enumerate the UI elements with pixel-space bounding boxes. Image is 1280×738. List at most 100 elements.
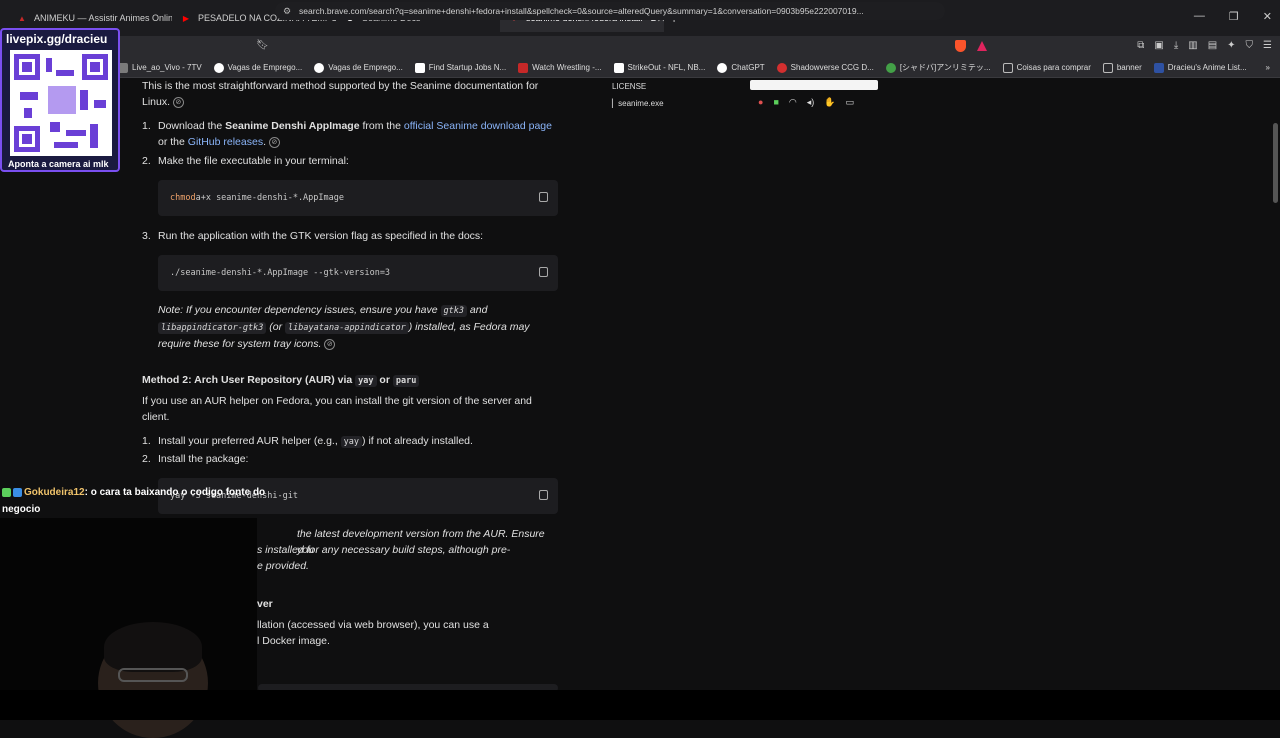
inline-code: paru — [392, 375, 420, 387]
bookmarks-overflow-icon[interactable]: » — [1266, 63, 1270, 72]
scrollbar-thumb[interactable] — [1273, 123, 1278, 203]
partial-note-2: s installed for any necessary build step… — [257, 544, 511, 556]
side-panel-files: LICENSE ▏seanime.exe — [612, 82, 664, 108]
bookmark-label: [シャドバ]アンリミテッ... — [899, 63, 991, 72]
bookmark-item[interactable]: Vagas de Emprego... — [314, 62, 403, 73]
screenshot-icon[interactable]: ▣ — [1154, 40, 1163, 51]
menu-icon[interactable]: ☰ — [1263, 40, 1272, 51]
step-number: 3. — [142, 230, 151, 242]
vpn-icon[interactable]: ⛉ — [1246, 40, 1254, 51]
bookmark-item[interactable]: ChatGPT — [717, 62, 765, 73]
bookmark-favicon-icon — [213, 62, 224, 73]
brave-rewards-icon[interactable] — [977, 41, 987, 51]
note-part: Note: If you encounter dependency issues… — [158, 304, 441, 316]
intro-label: This is the most straightforward method … — [142, 80, 539, 108]
code-text: ./seanime-denshi-*.AppImage --gtk-versio… — [170, 268, 391, 278]
livepix-caption: Aponta a camera ai mlk — [8, 159, 109, 169]
tray-bar — [750, 80, 878, 90]
partial-text-1: llation (accessed via web browser), you … — [257, 619, 489, 631]
bookmark-label: Watch Wrestling -... — [532, 63, 602, 72]
bookmark-label: Dracieu's Anime List... — [1167, 63, 1247, 72]
copy-icon[interactable] — [539, 490, 548, 500]
bookmark-item[interactable]: StrikeOut - NFL, NB... — [613, 62, 706, 73]
wifi-icon[interactable]: ◠ — [789, 97, 797, 108]
qr-code-icon — [10, 50, 112, 156]
heading-part: Method 2: Arch User Repository (AUR) via — [142, 374, 356, 386]
lock-icon[interactable]: ■ — [773, 97, 778, 108]
step-3: 3. Run the application with the GTK versi… — [142, 228, 562, 244]
streamer-glasses — [118, 668, 188, 682]
copy-icon[interactable] — [539, 267, 548, 277]
code-block-run: ./seanime-denshi-*.AppImage --gtk-versio… — [158, 255, 558, 291]
inline-code: gtk3 — [440, 305, 467, 317]
bookmark-item[interactable]: Watch Wrestling -... — [518, 62, 602, 73]
note-text: Note: If you encounter dependency issues… — [158, 302, 562, 352]
close-window-icon[interactable]: ✕ — [1263, 10, 1272, 23]
note-part: and — [467, 304, 488, 316]
bookmark-folder[interactable]: banner — [1102, 62, 1142, 73]
url-bar[interactable]: ⚙ search.brave.com/search?q=seanime+dens… — [275, 2, 945, 20]
bookmark-item[interactable]: Dracieu's Anime List... — [1153, 62, 1247, 73]
step-text: . — [263, 136, 266, 148]
bookmark-folder[interactable]: Coisas para comprar — [1002, 62, 1091, 73]
download-icon[interactable]: ⤓ — [1174, 40, 1178, 51]
app-tray-icon[interactable]: ● — [758, 97, 763, 108]
step-1: 1. Download the Seanime Denshi AppImage f… — [142, 118, 562, 150]
livepix-overlay: livepix.gg/dracieu Aponta a camera ai ml… — [0, 28, 120, 172]
inline-code: yay — [355, 375, 377, 387]
citation-link-icon[interactable]: ⊘ — [324, 338, 336, 350]
folder-icon — [1102, 62, 1113, 73]
bookmark-page-icon[interactable]: 🔖︎ — [256, 40, 269, 51]
bookmark-item[interactable]: Shadowverse CCG D... — [776, 62, 874, 73]
site-info-icon[interactable]: ⚙ — [283, 6, 291, 17]
heading-part: or — [376, 374, 393, 386]
page-scrollbar[interactable] — [1273, 78, 1278, 690]
copy-icon[interactable] — [539, 192, 548, 202]
minimize-icon[interactable]: — — [1194, 10, 1205, 23]
chat-message: Gokudeira12: o cara ta baixando o codigo… — [2, 484, 292, 518]
step-text: or the — [158, 136, 188, 148]
bookmark-favicon-icon — [518, 62, 529, 73]
partial-note-3: e provided. — [257, 560, 309, 572]
code-block-chmod: chmod a+x seanime-denshi-*.AppImage — [158, 180, 558, 216]
inline-code: libayatana-appindicator — [285, 322, 409, 334]
volume-icon[interactable]: ◂) — [807, 97, 815, 108]
citation-link-icon[interactable]: ⊘ — [268, 136, 280, 148]
step-text: Install your preferred AUR helper (e.g., — [158, 435, 341, 447]
bottom-black-bar — [0, 690, 1280, 720]
step-number: 1. — [142, 120, 151, 132]
bookmark-label: Vagas de Emprego... — [227, 63, 303, 72]
image-icon[interactable]: ▭ — [845, 97, 854, 108]
bookmark-label: Find Startup Jobs N... — [428, 63, 507, 72]
bookmark-item[interactable]: Live_ao_Vivo - 7TV — [118, 62, 202, 73]
note-part: require these for system tray icons. — [158, 338, 322, 350]
wallet-icon[interactable]: ▤ — [1208, 40, 1217, 51]
step-text: Make the file executable in your termina… — [158, 155, 349, 167]
extensions-icon[interactable]: ⧉ — [1137, 40, 1144, 51]
bookmark-item[interactable]: Find Startup Jobs N... — [414, 62, 507, 73]
method-2-heading: Method 2: Arch User Repository (AUR) via… — [142, 372, 562, 389]
animeku-favicon-icon: ▲ — [18, 13, 26, 23]
step-number: 1. — [142, 435, 151, 447]
bookmark-item[interactable]: [シャドバ]アンリミテッ... — [885, 62, 991, 73]
official-download-link[interactable]: official Seanime download page — [404, 120, 552, 132]
step-text: Run the application with the GTK version… — [158, 230, 484, 242]
address-toolbar — [0, 36, 1280, 58]
bookmark-label: StrikeOut - NFL, NB... — [627, 63, 706, 72]
restore-icon[interactable]: ❐ — [1229, 10, 1239, 23]
bookmark-item[interactable]: Vagas de Emprego... — [213, 62, 303, 73]
citation-link-icon[interactable]: ⊘ — [172, 96, 184, 108]
note-part: (or — [266, 321, 286, 333]
leo-ai-icon[interactable]: ✦ — [1227, 40, 1235, 51]
step-text: ) if not already installed. — [362, 435, 473, 447]
window-controls: — ❐ ✕ — [1194, 10, 1272, 23]
file-license: LICENSE — [612, 82, 647, 91]
bookmark-label: banner — [1116, 63, 1142, 72]
inline-code: yay — [340, 436, 363, 448]
github-releases-link[interactable]: GitHub releases — [188, 136, 263, 148]
toolbar-right: ⧉ ▣ ⤓ ▥ ▤ ✦ ⛉ ☰ — [1137, 40, 1272, 51]
brave-shields-icon[interactable] — [955, 40, 966, 52]
sidebar-icon[interactable]: ▥ — [1188, 40, 1197, 51]
bookmark-label: Coisas para comprar — [1016, 63, 1091, 72]
code-keyword: chmod — [170, 193, 196, 203]
